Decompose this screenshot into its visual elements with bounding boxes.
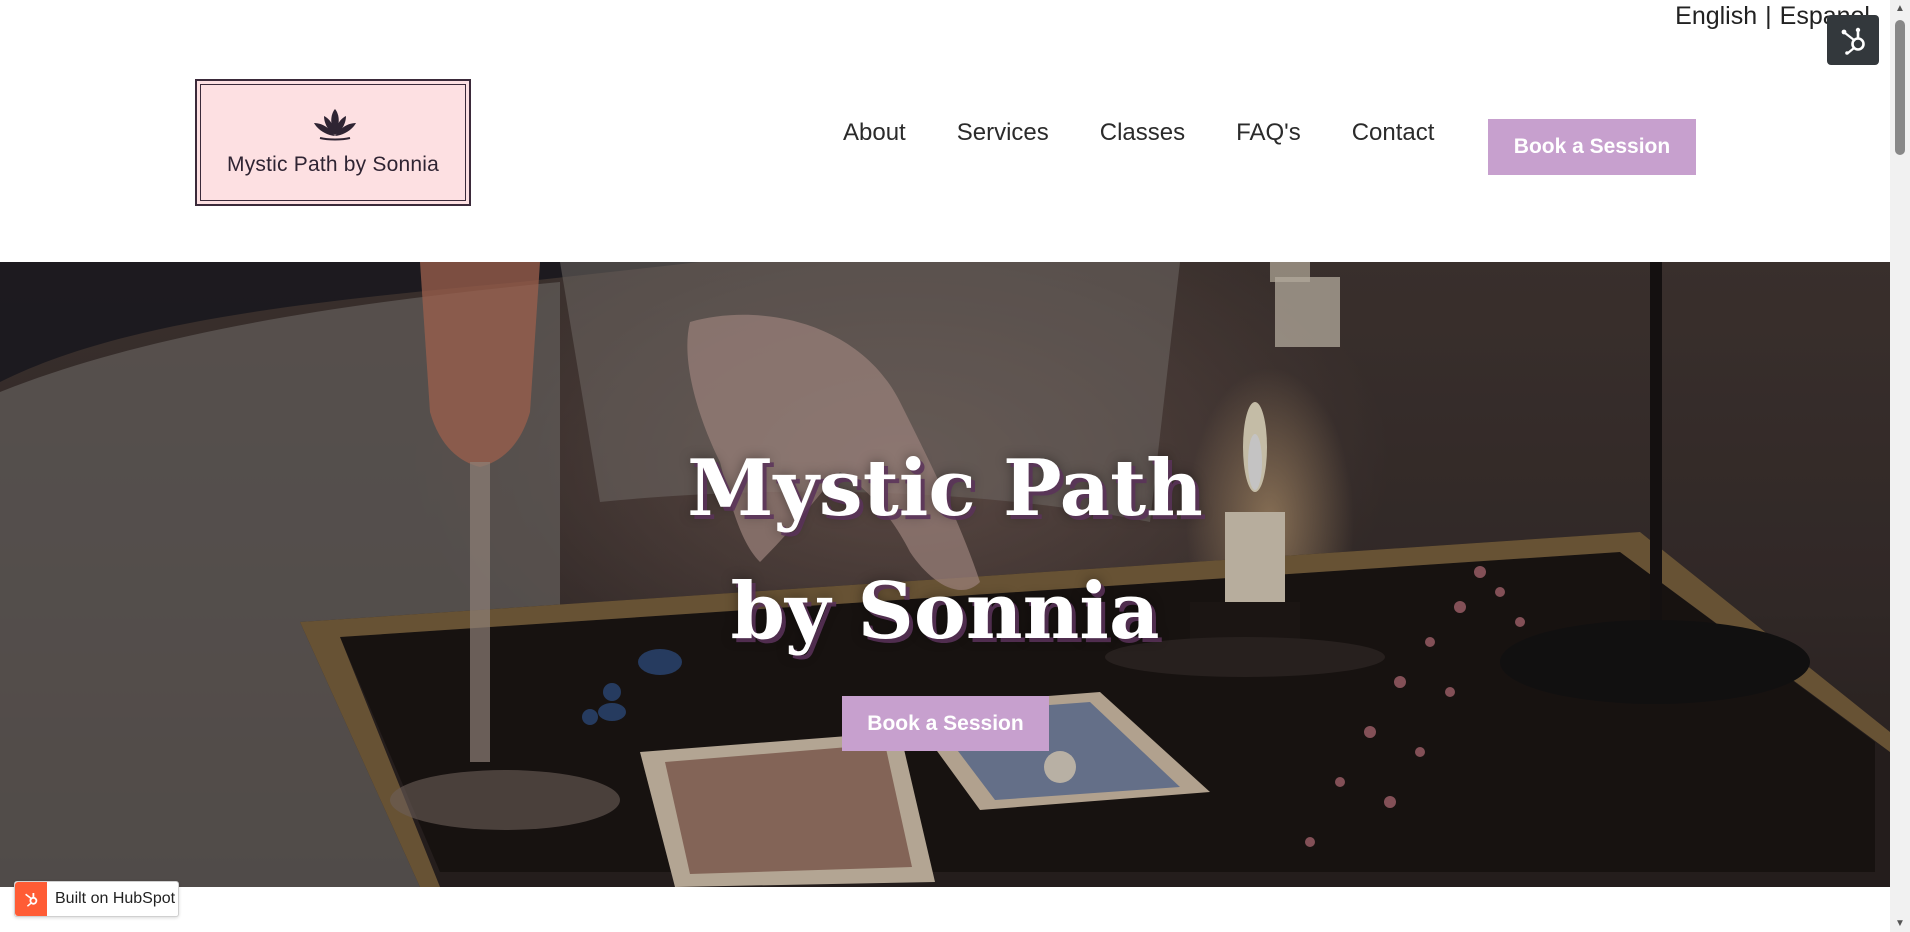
page: Mystic Path by Sonnia About Services Cla… [0, 0, 1890, 932]
hubspot-sprocket-icon [1841, 27, 1865, 55]
nav-link-services[interactable]: Services [957, 119, 1049, 147]
nav-link-faqs[interactable]: FAQ's [1236, 119, 1301, 147]
hubspot-badge-text: Built on HubSpot [55, 890, 176, 907]
scrollbar-thumb[interactable] [1895, 20, 1905, 155]
hero-title-line-2: by Sonnia [730, 566, 1160, 657]
hero-book-session-button[interactable]: Book a Session [842, 696, 1049, 751]
hero-title-line-1: Mystic Path [687, 443, 1203, 534]
scroll-up-icon[interactable]: ▲ [1890, 0, 1910, 17]
language-english-link[interactable]: English [1675, 2, 1757, 30]
nav-link-about[interactable]: About [843, 119, 906, 147]
site-header: Mystic Path by Sonnia About Services Cla… [0, 0, 1890, 262]
lotus-icon [314, 109, 356, 141]
scroll-down-icon[interactable]: ▼ [1890, 915, 1910, 932]
hero-title: Mystic Path by Sonnia [0, 427, 1890, 673]
language-separator: | [1765, 2, 1772, 30]
hubspot-sprocket-button[interactable] [1827, 15, 1879, 65]
nav-link-contact[interactable]: Contact [1352, 119, 1435, 147]
hubspot-badge-icon [15, 882, 47, 916]
logo-text: Mystic Path by Sonnia [227, 153, 439, 176]
built-on-hubspot-badge[interactable]: Built on HubSpot [14, 881, 179, 917]
hero-section: Mystic Path by Sonnia Book a Session [0, 262, 1890, 887]
book-session-button[interactable]: Book a Session [1488, 119, 1696, 175]
nav-link-classes[interactable]: Classes [1100, 119, 1185, 147]
page-scrollbar[interactable]: ▲ ▼ [1890, 0, 1910, 932]
site-logo[interactable]: Mystic Path by Sonnia [195, 79, 471, 206]
main-nav: About Services Classes FAQ's Contact [843, 119, 1434, 147]
